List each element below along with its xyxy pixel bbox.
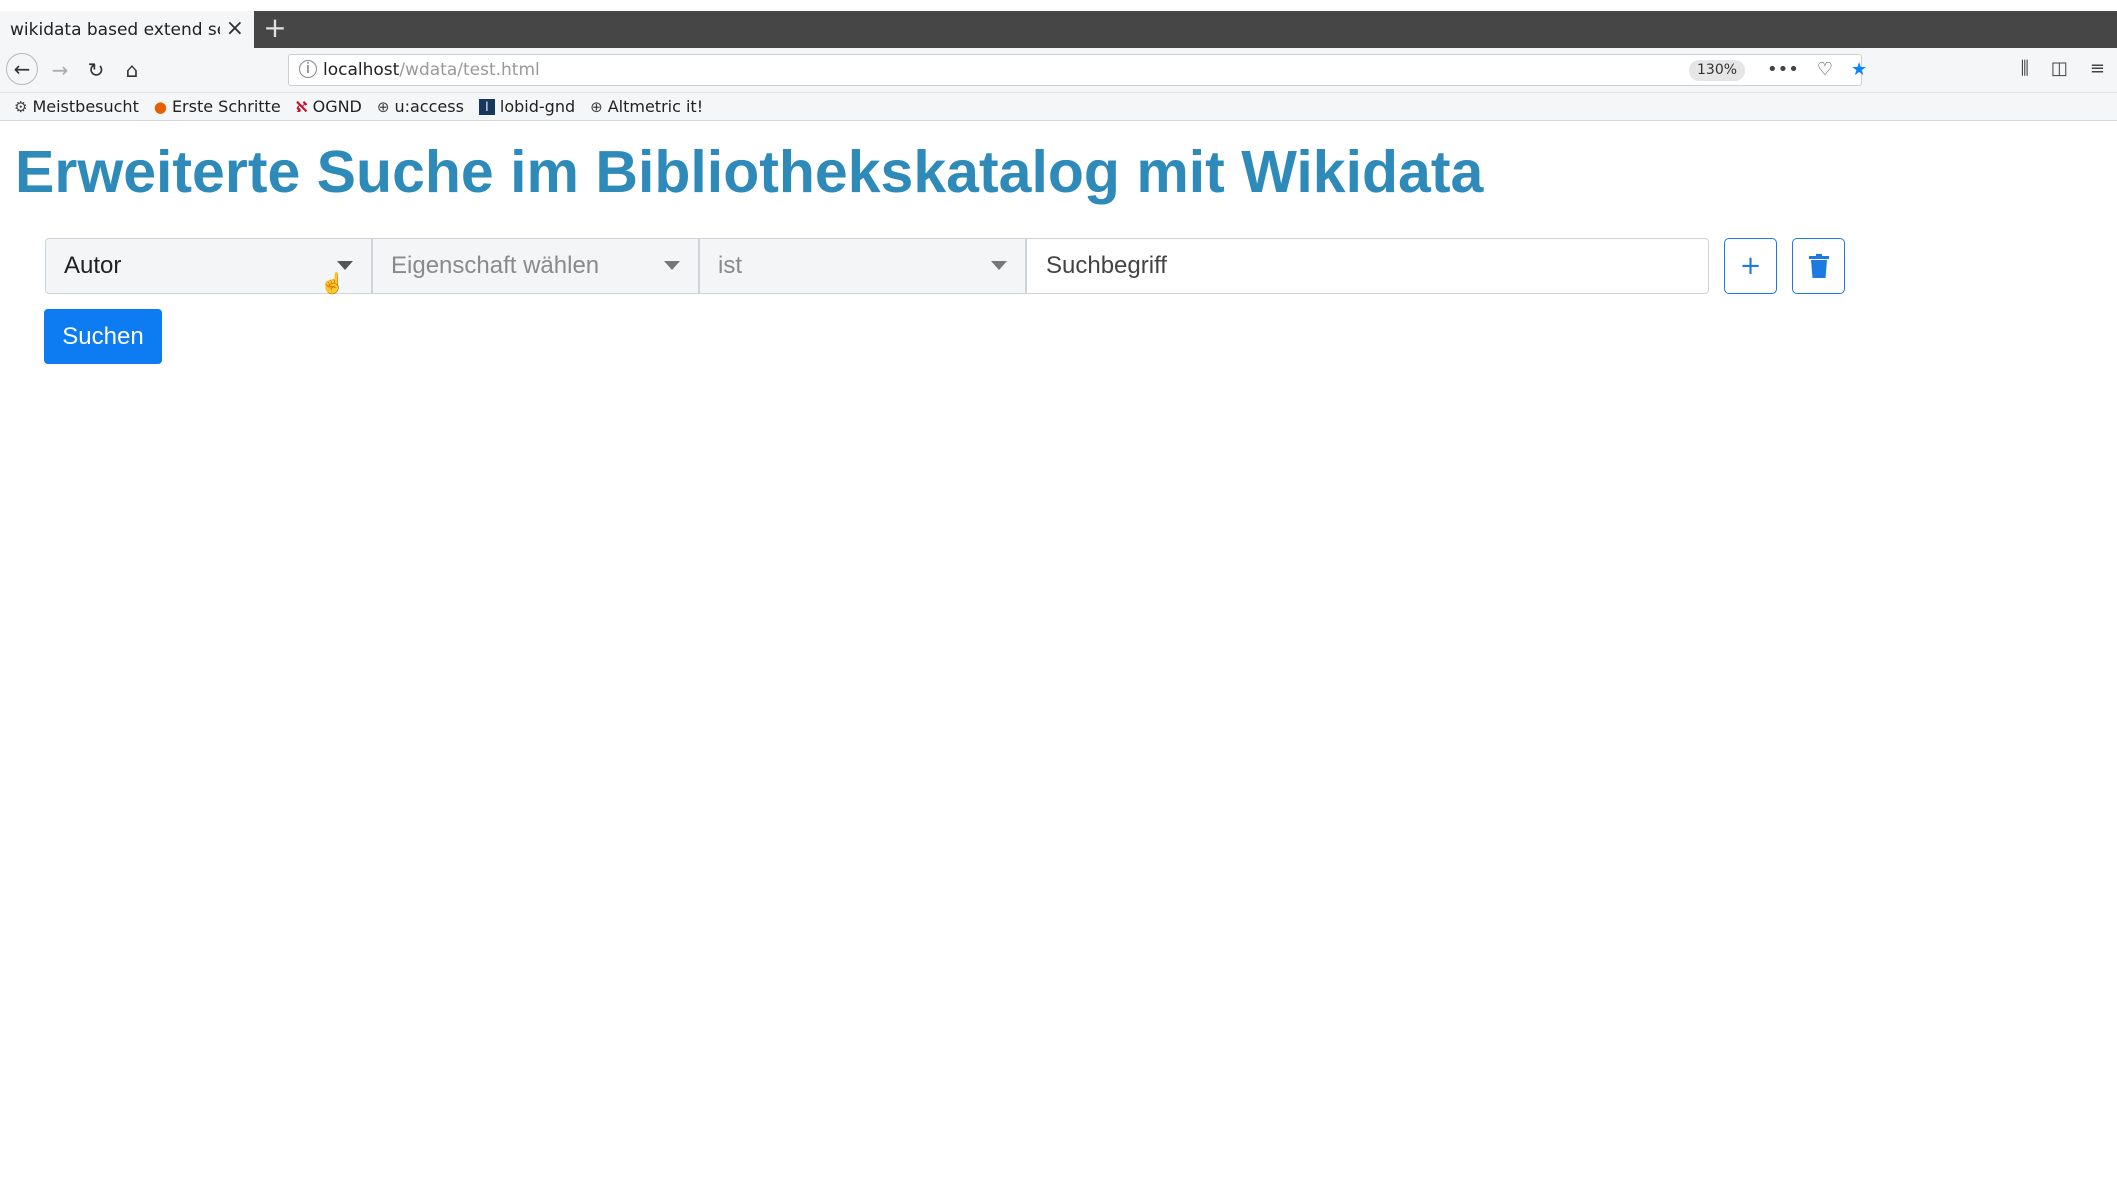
bookmark-meistbesucht[interactable]: ⚙ Meistbesucht: [14, 97, 139, 116]
hand-cursor-icon: ☝: [320, 273, 345, 295]
bookmark-label: lobid-gnd: [499, 97, 576, 116]
lobid-icon: l: [478, 98, 495, 115]
search-term-placeholder: Suchbegriff: [1046, 252, 1167, 279]
property-select[interactable]: Eigenschaft wählen: [372, 238, 699, 294]
gnd-icon: ℵ: [295, 97, 308, 116]
author-select-value: Autor: [64, 252, 122, 279]
gear-icon: ⚙: [14, 97, 28, 116]
search-button[interactable]: Suchen: [44, 309, 162, 364]
tab-title: wikidata based extend sea: [10, 19, 220, 40]
page-title: Erweiterte Suche im Bibliothekskatalog m…: [15, 139, 1484, 205]
reload-icon: ↻: [87, 58, 105, 82]
chevron-down-icon: [337, 261, 353, 270]
bookmark-lobid-gnd[interactable]: l lobid-gnd: [478, 97, 576, 116]
plus-icon: +: [1739, 251, 1762, 281]
url-path: /wdata/test.html: [399, 60, 540, 80]
zoom-level[interactable]: 130%: [1689, 60, 1746, 81]
search-term-input[interactable]: Suchbegriff: [1026, 238, 1709, 294]
bookmark-label: u:access: [394, 97, 464, 116]
menu-icon[interactable]: ≡: [2090, 58, 2105, 79]
trash-icon: [1808, 254, 1829, 278]
bookmark-label: OGND: [312, 97, 362, 116]
bookmarks-toolbar: ⚙ Meistbesucht ● Erste Schritte ℵ OGND ⊕…: [0, 93, 2117, 121]
bookmark-ognd[interactable]: ℵ OGND: [296, 97, 362, 116]
bookmark-erste-schritte[interactable]: ● Erste Schritte: [154, 97, 281, 116]
sidebar-icon[interactable]: ◫: [2051, 58, 2068, 79]
window-top-edge: [0, 0, 2117, 11]
globe-icon: ⊕: [590, 97, 603, 116]
pocket-icon[interactable]: ♡: [1817, 59, 1833, 80]
bookmark-label: Erste Schritte: [171, 97, 281, 116]
add-row-button[interactable]: +: [1724, 238, 1777, 294]
library-icon[interactable]: ⫼: [2021, 58, 2029, 79]
back-button[interactable]: ←: [6, 53, 38, 85]
reload-button[interactable]: ↻: [80, 54, 112, 86]
more-actions-icon[interactable]: •••: [1767, 59, 1799, 80]
forward-button[interactable]: →: [44, 54, 76, 86]
toolbar-right: ⫼ ◫ ≡: [2021, 58, 2105, 79]
url-bar[interactable]: i localhost/wdata/test.html 130% ••• ♡ ★: [288, 54, 1867, 86]
operator-select-value: ist: [718, 252, 742, 279]
bookmark-label: Altmetric it!: [607, 97, 704, 116]
navigation-toolbar: ← → ↻ ⌂ i localhost/wdata/test.html 130%…: [0, 48, 2117, 93]
url-text[interactable]: localhost/wdata/test.html: [323, 60, 540, 80]
delete-row-button[interactable]: [1792, 238, 1845, 294]
bookmark-label: Meistbesucht: [32, 97, 139, 116]
chevron-down-icon: [664, 261, 680, 270]
url-actions: ••• ♡ ★: [1767, 59, 1867, 80]
arrow-right-icon: →: [51, 58, 69, 82]
globe-icon: ⊕: [376, 97, 390, 116]
url-host: localhost: [323, 60, 400, 80]
author-select[interactable]: Autor ☝: [45, 238, 372, 295]
close-tab-icon[interactable]: ×: [226, 17, 244, 41]
browser-tab[interactable]: wikidata based extend sea ×: [0, 11, 254, 48]
chevron-down-icon: [991, 261, 1007, 270]
tab-strip: wikidata based extend sea × +: [0, 11, 2117, 48]
home-icon: ⌂: [125, 58, 139, 82]
bookmark-altmetric[interactable]: ⊕ Altmetric it!: [590, 97, 703, 116]
bookmark-uaccess[interactable]: ⊕ u:access: [377, 97, 464, 116]
arrow-left-icon: ←: [13, 57, 31, 81]
property-select-value: Eigenschaft wählen: [391, 252, 600, 279]
home-button[interactable]: ⌂: [116, 54, 148, 86]
bookmark-star-icon[interactable]: ★: [1851, 59, 1867, 80]
info-icon[interactable]: i: [299, 60, 317, 78]
firefox-icon: ●: [153, 97, 167, 116]
operator-select[interactable]: ist: [699, 238, 1026, 294]
new-tab-button[interactable]: +: [262, 14, 288, 44]
